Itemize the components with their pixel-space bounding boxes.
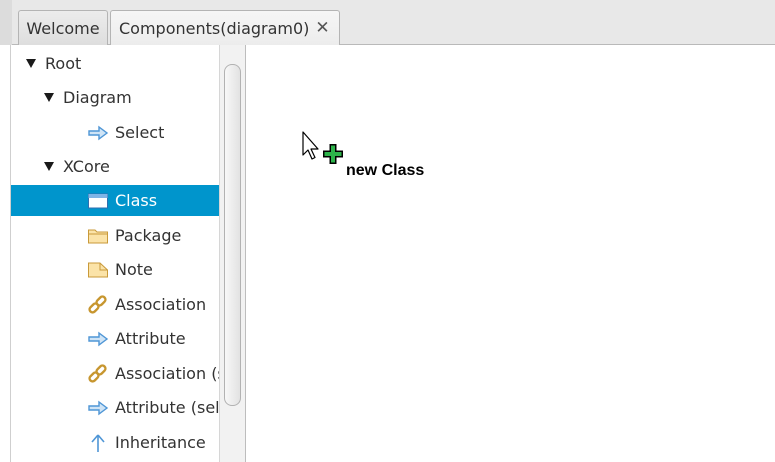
tree-label-note: Note xyxy=(115,260,153,279)
arrow-right-icon xyxy=(87,398,109,418)
tree-label-class: Class xyxy=(115,191,158,210)
tree-item-attribute-self[interactable]: Attribute (sel xyxy=(11,392,245,423)
arrow-right-icon xyxy=(87,329,109,349)
green-plus-icon xyxy=(322,143,344,169)
tree-label-xcore: XCore xyxy=(63,157,110,176)
tree-item-attribute[interactable]: Attribute xyxy=(11,323,245,354)
tree-label-diagram: Diagram xyxy=(63,88,132,107)
tab-bar: Welcome Components(diagram0) ✕ xyxy=(0,0,775,46)
tree-label-select: Select xyxy=(115,123,165,142)
tree-node-diagram[interactable]: Diagram xyxy=(11,82,245,113)
chain-link-icon xyxy=(87,294,109,315)
arrow-up-icon xyxy=(87,433,109,453)
tab-welcome[interactable]: Welcome xyxy=(18,10,108,45)
tree-label-attribute: Attribute xyxy=(115,329,186,348)
arrow-right-icon xyxy=(87,123,109,143)
tree-label-inheritance: Inheritance xyxy=(115,433,206,452)
close-icon[interactable]: ✕ xyxy=(315,20,329,37)
tree-label-association-self: Association (s xyxy=(115,364,226,383)
folder-icon xyxy=(87,226,109,246)
tab-components-label: Components(diagram0) xyxy=(119,19,310,38)
tree-item-inheritance[interactable]: Inheritance xyxy=(11,427,245,458)
expand-arrow-icon[interactable] xyxy=(44,162,54,171)
tree-node-xcore[interactable]: XCore xyxy=(11,151,245,182)
tree-item-association[interactable]: Association xyxy=(11,289,245,320)
class-icon xyxy=(87,191,109,211)
tree-label-root: Root xyxy=(45,54,82,73)
tab-welcome-label: Welcome xyxy=(26,18,100,38)
mouse-pointer-icon xyxy=(302,131,322,165)
tree-item-association-self[interactable]: Association (s xyxy=(11,358,245,389)
tree-label-association: Association xyxy=(115,295,207,314)
tree-item-class[interactable]: Class xyxy=(11,185,245,216)
tree-item-note[interactable]: Note xyxy=(11,254,245,285)
tree-label-package: Package xyxy=(115,226,182,245)
tree-node-root[interactable]: Root xyxy=(11,48,234,79)
tree-scrollbar[interactable] xyxy=(219,45,245,462)
tree-item-package[interactable]: Package xyxy=(11,220,245,251)
tab-bar-gutter xyxy=(0,0,12,45)
drop-hint-label: new Class xyxy=(346,162,425,179)
tree-label-attribute-self: Attribute (sel xyxy=(115,398,220,417)
diagram-canvas[interactable]: new Class xyxy=(246,45,775,462)
note-icon xyxy=(87,260,109,280)
chain-link-icon xyxy=(87,363,109,384)
scrollbar-thumb[interactable] xyxy=(224,64,241,406)
palette-tree: Root Diagram Select XCore Class Package … xyxy=(10,45,246,462)
expand-arrow-icon[interactable] xyxy=(26,59,36,68)
expand-arrow-icon[interactable] xyxy=(44,93,54,102)
tab-components-diagram0[interactable]: Components(diagram0) ✕ xyxy=(110,10,340,46)
tree-item-select[interactable]: Select xyxy=(11,117,245,148)
